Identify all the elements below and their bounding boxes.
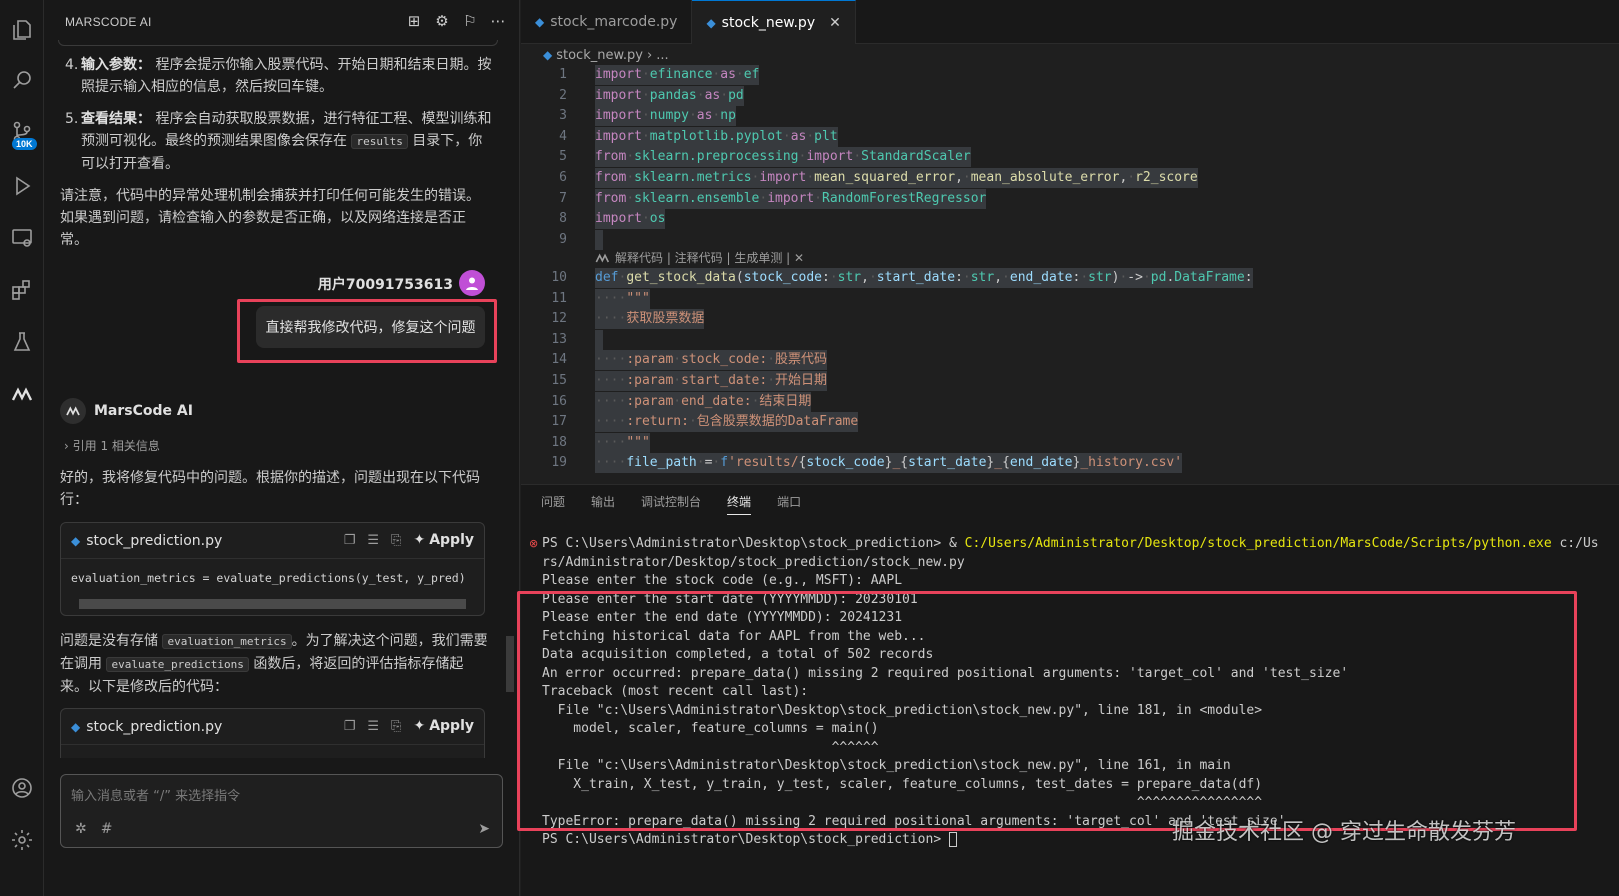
tab-terminal[interactable]: 终端 (727, 493, 752, 515)
apply-button[interactable]: ✦ Apply (413, 718, 474, 734)
list-item: 4. 输入参数： 程序会提示你输入股票代码、开始日期和结束日期。按照提示输入相应… (65, 57, 492, 95)
sidebar-scrollbar[interactable] (506, 636, 514, 692)
tab-problems[interactable]: 问题 (541, 493, 565, 515)
code-block-header: ◆ stock_prediction.py ❐ ☰ ⎘ ✦ Apply (61, 523, 484, 559)
terminal-line: Please enter the stock code (e.g., MSFT)… (542, 573, 903, 588)
run-debug-icon[interactable] (6, 170, 38, 202)
code-block-content: evaluation_metrics = evaluate_prediction… (71, 571, 466, 585)
copy-icon[interactable]: ❐ (344, 533, 356, 548)
marscode-icon[interactable] (6, 378, 38, 410)
insert-icon[interactable]: ☰ (367, 533, 379, 548)
insert-icon[interactable]: ☰ (367, 719, 379, 734)
terminal-cursor (949, 832, 957, 847)
sparkle-tool-icon[interactable]: ✲ (75, 821, 87, 837)
watermark: 掘金技术社区 @ 穿过生命散发芬芳 (1172, 820, 1516, 845)
python-file-icon: ◆ (535, 15, 545, 29)
reference-label: 引用 1 相关信息 (72, 439, 160, 453)
ai-intro-text: 好的，我将修复代码中的问题。根据你的描述，问题出现在以下代码行： (60, 470, 480, 508)
tab-stock-new[interactable]: ◆ stock_new.py ✕ (692, 0, 856, 44)
marscode-ai-panel: MARSCODE AI ⊞ ⚙ ⚐ ⋯ 4. 输入参数： 程序会提示你输入股票代… (44, 0, 520, 896)
codelens-actions[interactable]: 解释代码 | 注释代码 | 生成单测 | ✕ (595, 249, 804, 266)
breadcrumb-symbol[interactable]: ... (656, 48, 668, 63)
tab-stock-marcode[interactable]: ◆ stock_marcode.py (521, 0, 693, 44)
editor-area: ◆ stock_marcode.py ◆ stock_new.py ✕ ◆ st… (521, 0, 1619, 484)
activity-bar: 10K (0, 0, 44, 896)
chevron-right-icon: › (647, 47, 653, 63)
chat-input[interactable] (71, 785, 471, 807)
tab-ports[interactable]: 端口 (777, 493, 801, 515)
terminal-error-highlight (517, 591, 1577, 831)
user-icon (466, 277, 478, 290)
marscode-logo-icon (595, 253, 610, 262)
account-icon[interactable] (6, 772, 38, 804)
sidebar-title: MARSCODE AI (65, 15, 152, 29)
tab-output[interactable]: 输出 (591, 493, 615, 515)
close-icon[interactable]: ✕ (829, 15, 841, 31)
new-file-icon[interactable]: ⎘ (391, 719, 401, 734)
terminal-line: PS C:\Users\Administrator\Desktop\stock_… (542, 536, 1599, 551)
feedback-icon[interactable]: ⚐ (461, 12, 479, 30)
python-file-icon: ◆ (543, 48, 553, 62)
user-message: 直接帮我修改代码，修复这个问题 (256, 306, 485, 348)
explorer-icon[interactable] (6, 14, 38, 46)
new-chat-icon[interactable]: ⊞ (405, 12, 423, 30)
more-icon[interactable]: ⋯ (489, 12, 507, 30)
ai-explain-text: 问题是没有存储 evaluation_metrics 。为了解决这个问题，我们需要… (60, 633, 488, 695)
search-icon[interactable] (6, 64, 38, 96)
settings-gear-icon[interactable] (6, 824, 38, 856)
chevron-right-icon: › (64, 439, 69, 453)
apply-button[interactable]: ✦ Apply (413, 532, 474, 548)
editor-tabs: ◆ stock_marcode.py ◆ stock_new.py ✕ (521, 0, 1619, 44)
code-block: ◆ stock_prediction.py ❐ ☰ ⎘ ✦ Apply (60, 708, 485, 758)
terminal-line: rs/Administrator/Desktop/stock_predictio… (542, 554, 965, 570)
source-control-badge: 10K (12, 138, 37, 150)
scrollbar-thumb[interactable] (79, 599, 466, 609)
extensions-icon[interactable] (6, 274, 38, 306)
new-file-icon[interactable]: ⎘ (391, 533, 401, 548)
user-name: 用户70091753613 (317, 277, 453, 293)
python-file-icon: ◆ (71, 719, 81, 734)
code-block-filename: stock_prediction.py (86, 532, 223, 549)
user-avatar (459, 270, 485, 296)
sidebar-header-actions: ⊞ ⚙ ⚐ ⋯ (405, 12, 507, 30)
reference-toggle[interactable]: › 引用 1 相关信息 (64, 437, 160, 454)
hash-icon[interactable]: # (101, 821, 113, 837)
error-status-icon: ⊗ (529, 537, 539, 550)
previous-block-edge (58, 40, 498, 46)
python-file-icon: ◆ (71, 533, 81, 548)
ai-name: MarsCode AI (94, 403, 193, 419)
breadcrumb: ◆ stock_new.py › ... (543, 44, 669, 66)
testing-icon[interactable] (6, 326, 38, 358)
breadcrumb-file[interactable]: stock_new.py (556, 48, 643, 63)
send-icon[interactable]: ➤ (478, 821, 490, 837)
panel-tabs: 问题 输出 调试控制台 终端 端口 (541, 493, 801, 515)
marscode-logo-icon (60, 398, 86, 424)
remote-explorer-icon[interactable] (6, 222, 38, 254)
python-file-icon: ◆ (706, 15, 716, 30)
horizontal-scrollbar[interactable] (69, 597, 476, 611)
copy-icon[interactable]: ❐ (344, 719, 356, 734)
code-block-filename: stock_prediction.py (86, 718, 223, 735)
sparkle-icon: ✦ (413, 532, 426, 548)
tab-debug-console[interactable]: 调试控制台 (641, 493, 701, 515)
settings-icon[interactable]: ⚙ (433, 12, 451, 30)
sparkle-icon: ✦ (413, 718, 426, 734)
ai-header: MarsCode AI (60, 398, 193, 424)
list-item: 5. 查看结果： 程序会自动获取股票数据，进行特征工程、模型训练和预测可视化。最… (65, 111, 492, 172)
code-block: ◆ stock_prediction.py ❐ ☰ ⎘ ✦ Apply evalu… (60, 522, 485, 616)
note-text: 请注意，代码中的异常处理机制会捕获并打印任何可能发生的错误。如果遇到问题，请检查… (60, 188, 480, 248)
chat-input-box: ✲ # ➤ (60, 774, 503, 848)
code-block-header: ◆ stock_prediction.py ❐ ☰ ⎘ ✦ Apply (61, 709, 484, 745)
